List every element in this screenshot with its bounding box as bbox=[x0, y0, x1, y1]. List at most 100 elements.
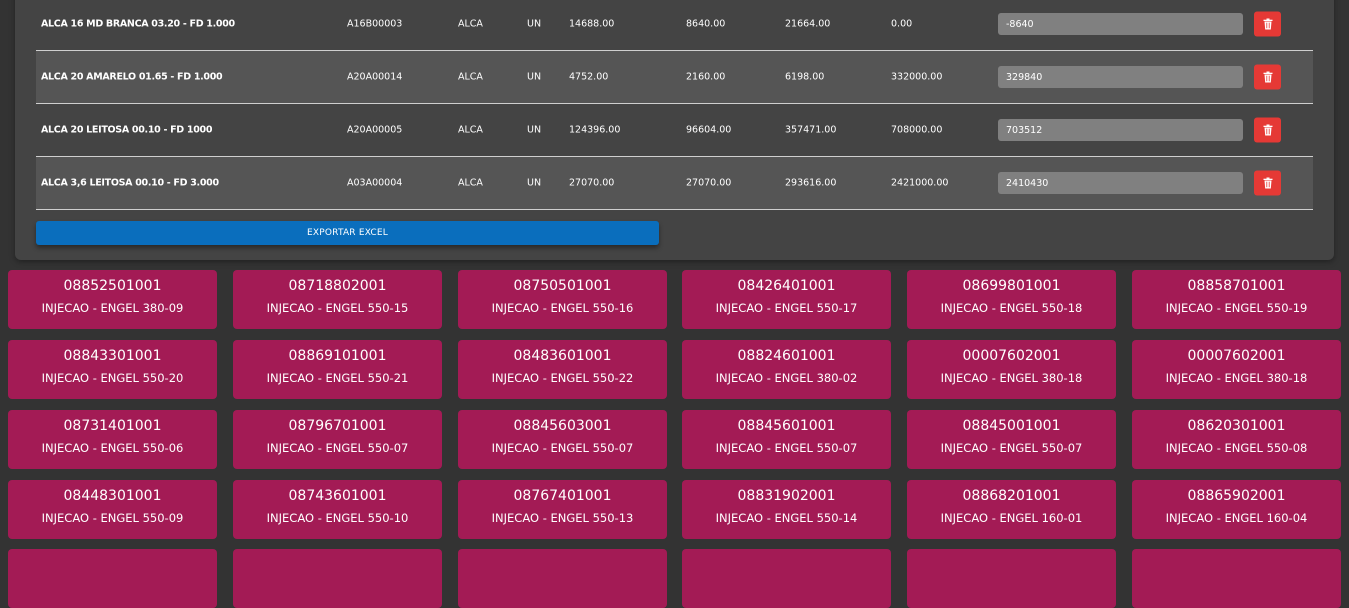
card-code: 08858701001 bbox=[1187, 278, 1286, 294]
card-code: 00007602001 bbox=[1187, 348, 1286, 364]
card-machine: INJECAO - ENGEL 550-21 bbox=[266, 371, 409, 385]
machine-card[interactable]: 08843301001 INJECAO - ENGEL 550-20 bbox=[8, 340, 217, 399]
card-machine: INJECAO - ENGEL 550-22 bbox=[491, 371, 634, 385]
card-machine: INJECAO - ENGEL 550-06 bbox=[41, 441, 184, 455]
machine-card[interactable]: 08750501001 INJECAO - ENGEL 550-16 bbox=[458, 270, 667, 329]
export-excel-button[interactable]: EXPORTAR EXCEL bbox=[36, 221, 659, 245]
cell-v2: 2160.00 bbox=[686, 71, 726, 83]
table-row: ALCA 20 AMARELO 01.65 - FD 1.000 A20A0001… bbox=[36, 51, 1313, 104]
card-code: 08699801001 bbox=[962, 278, 1061, 294]
card-code: 08824601001 bbox=[737, 348, 836, 364]
cell-tipo: ALCA bbox=[458, 177, 483, 189]
card-code: 08483601001 bbox=[513, 348, 612, 364]
trash-icon bbox=[1263, 71, 1272, 83]
cell-v3: 6198.00 bbox=[785, 71, 825, 83]
card-machine: INJECAO - ENGEL 380-09 bbox=[41, 301, 184, 315]
quantity-input[interactable]: 2410430 bbox=[998, 172, 1243, 194]
machine-card[interactable]: 08824601001 INJECAO - ENGEL 380-02 bbox=[682, 340, 891, 399]
cell-v3: 21664.00 bbox=[785, 18, 831, 30]
card-machine: INJECAO - ENGEL 550-15 bbox=[266, 301, 409, 315]
machine-card[interactable]: 08852501001 INJECAO - ENGEL 380-09 bbox=[8, 270, 217, 329]
machine-card[interactable]: 08845001001 INJECAO - ENGEL 550-07 bbox=[907, 410, 1116, 469]
delete-button[interactable] bbox=[1254, 11, 1281, 37]
machine-card[interactable]: 08718802001 INJECAO - ENGEL 550-15 bbox=[233, 270, 442, 329]
machine-card[interactable]: 08483601001 INJECAO - ENGEL 550-22 bbox=[458, 340, 667, 399]
trash-icon bbox=[1263, 177, 1272, 189]
card-code: 08767401001 bbox=[513, 488, 612, 504]
card-code: 08718802001 bbox=[288, 278, 387, 294]
card-machine: INJECAO - ENGEL 550-18 bbox=[940, 301, 1083, 315]
card-code: 08845001001 bbox=[962, 418, 1061, 434]
delete-button[interactable] bbox=[1254, 64, 1281, 90]
cell-unidade: UN bbox=[527, 124, 542, 136]
cell-codigo: A20A00005 bbox=[347, 124, 403, 136]
card-code: 08868201001 bbox=[962, 488, 1061, 504]
card-code: 08796701001 bbox=[288, 418, 387, 434]
machine-card[interactable]: 08845601001 INJECAO - ENGEL 550-07 bbox=[682, 410, 891, 469]
delete-button[interactable] bbox=[1254, 170, 1281, 196]
card-code: 00007602001 bbox=[962, 348, 1061, 364]
cell-v1: 27070.00 bbox=[569, 177, 615, 189]
machine-card[interactable]: 08831902001 INJECAO - ENGEL 550-14 bbox=[682, 480, 891, 539]
card-machine: INJECAO - ENGEL 380-18 bbox=[940, 371, 1083, 385]
card-machine: INJECAO - ENGEL 160-04 bbox=[1165, 511, 1308, 525]
cell-codigo: A03A00004 bbox=[347, 177, 403, 189]
card-machine: INJECAO - ENGEL 380-18 bbox=[1165, 371, 1308, 385]
card-code: 08743601001 bbox=[288, 488, 387, 504]
cell-v4: 2421000.00 bbox=[891, 177, 949, 189]
card-code: 08831902001 bbox=[737, 488, 836, 504]
card-machine: INJECAO - ENGEL 550-10 bbox=[266, 511, 409, 525]
cell-v1: 4752.00 bbox=[569, 71, 609, 83]
trash-icon bbox=[1263, 18, 1272, 30]
card-code: 08852501001 bbox=[63, 278, 162, 294]
cell-descricao: ALCA 16 MD BRANCA 03.20 - FD 1.000 bbox=[41, 18, 235, 30]
card-machine: INJECAO - ENGEL 550-20 bbox=[41, 371, 184, 385]
card-code: 08426401001 bbox=[737, 278, 836, 294]
card-machine: INJECAO - ENGEL 550-08 bbox=[1165, 441, 1308, 455]
machine-card[interactable]: 08426401001 INJECAO - ENGEL 550-17 bbox=[682, 270, 891, 329]
cell-descricao: ALCA 20 LEITOSA 00.10 - FD 1000 bbox=[41, 124, 213, 136]
card-machine: INJECAO - ENGEL 550-07 bbox=[715, 441, 858, 455]
machine-card[interactable]: 08731401001 INJECAO - ENGEL 550-06 bbox=[8, 410, 217, 469]
cell-tipo: ALCA bbox=[458, 71, 483, 83]
machine-card[interactable]: 00007602001 INJECAO - ENGEL 380-18 bbox=[907, 340, 1116, 399]
card-machine: INJECAO - ENGEL 550-17 bbox=[715, 301, 858, 315]
card-machine: INJECAO - ENGEL 550-19 bbox=[1165, 301, 1308, 315]
machine-card[interactable]: 08448301001 INJECAO - ENGEL 550-09 bbox=[8, 480, 217, 539]
machine-card[interactable]: 00007602001 INJECAO - ENGEL 380-18 bbox=[1132, 340, 1341, 399]
machine-card[interactable]: 08743601001 INJECAO - ENGEL 550-10 bbox=[233, 480, 442, 539]
machine-card[interactable]: 08796701001 INJECAO - ENGEL 550-07 bbox=[233, 410, 442, 469]
quantity-input[interactable]: -8640 bbox=[998, 13, 1243, 35]
cell-v2: 8640.00 bbox=[686, 18, 726, 30]
table-row: ALCA 20 LEITOSA 00.10 - FD 1000 A20A00005… bbox=[36, 104, 1313, 157]
card-machine: INJECAO - ENGEL 160-01 bbox=[940, 511, 1083, 525]
cell-v2: 96604.00 bbox=[686, 124, 732, 136]
machine-card[interactable]: 08620301001 INJECAO - ENGEL 550-08 bbox=[1132, 410, 1341, 469]
delete-button[interactable] bbox=[1254, 117, 1281, 143]
machine-card[interactable]: 08868201001 INJECAO - ENGEL 160-01 bbox=[907, 480, 1116, 539]
cell-descricao: ALCA 3,6 LEITOSA 00.10 - FD 3.000 bbox=[41, 177, 219, 189]
cell-v4: 332000.00 bbox=[891, 71, 943, 83]
machine-card[interactable]: 08869101001 INJECAO - ENGEL 550-21 bbox=[233, 340, 442, 399]
card-code: 08750501001 bbox=[513, 278, 612, 294]
machine-card[interactable]: 08865902001 INJECAO - ENGEL 160-04 bbox=[1132, 480, 1341, 539]
cell-tipo: ALCA bbox=[458, 124, 483, 136]
card-code: 08845601001 bbox=[737, 418, 836, 434]
machine-card[interactable]: 08699801001 INJECAO - ENGEL 550-18 bbox=[907, 270, 1116, 329]
cell-v3: 293616.00 bbox=[785, 177, 837, 189]
cell-v1: 14688.00 bbox=[569, 18, 615, 30]
quantity-input[interactable]: 703512 bbox=[998, 119, 1243, 141]
card-code: 08448301001 bbox=[63, 488, 162, 504]
cell-v4: 0.00 bbox=[891, 18, 913, 30]
cell-codigo: A16B00003 bbox=[347, 18, 403, 30]
machine-card[interactable]: 08858701001 INJECAO - ENGEL 550-19 bbox=[1132, 270, 1341, 329]
card-code: 08843301001 bbox=[63, 348, 162, 364]
cell-tipo: ALCA bbox=[458, 18, 483, 30]
machine-card[interactable]: 08767401001 INJECAO - ENGEL 550-13 bbox=[458, 480, 667, 539]
card-code: 08865902001 bbox=[1187, 488, 1286, 504]
quantity-input[interactable]: 329840 bbox=[998, 66, 1243, 88]
machine-card[interactable]: 08845603001 INJECAO - ENGEL 550-07 bbox=[458, 410, 667, 469]
card-code: 08845603001 bbox=[513, 418, 612, 434]
cell-codigo: A20A00014 bbox=[347, 71, 403, 83]
cell-unidade: UN bbox=[527, 71, 542, 83]
